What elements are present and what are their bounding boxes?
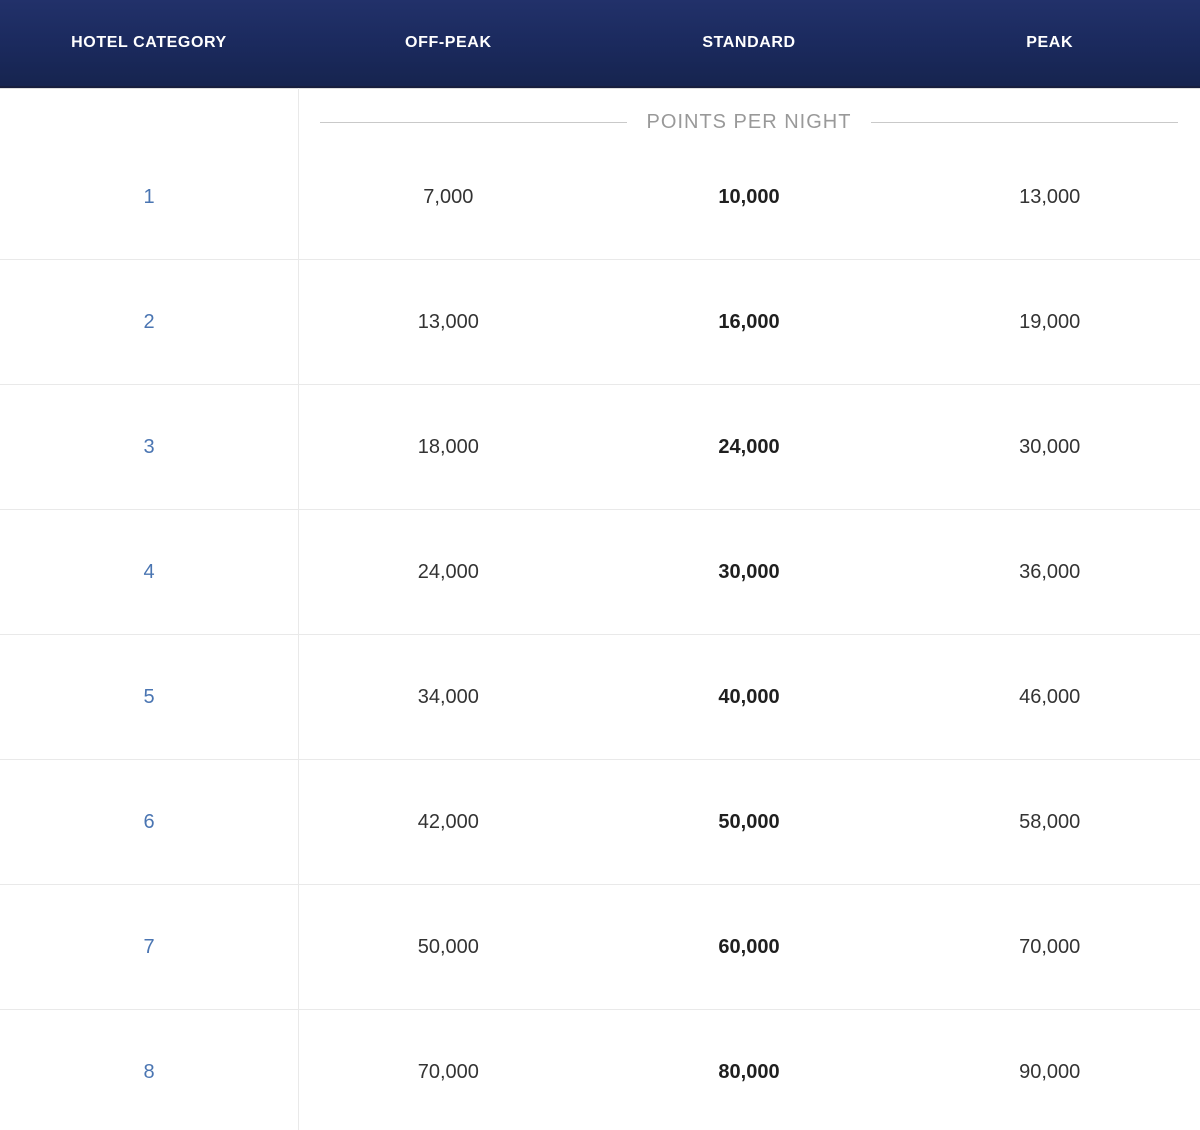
category-link[interactable]: 7: [143, 936, 154, 958]
standard-value: 80,000: [718, 1060, 780, 1083]
category-link[interactable]: 6: [143, 811, 154, 833]
peak-value: 13,000: [1019, 185, 1081, 208]
off-peak-value: 7,000: [423, 185, 474, 208]
peak-value: 70,000: [1019, 935, 1081, 958]
standard-value: 60,000: [718, 935, 780, 958]
standard-value: 40,000: [718, 685, 780, 708]
column-header-hotel-category: HOTEL CATEGORY: [71, 34, 227, 51]
category-link[interactable]: 8: [143, 1061, 154, 1083]
legend-line-left: [320, 122, 627, 123]
table-body: POINTS PER NIGHT 1 7,000 10,000 13,000 2…: [0, 88, 1200, 1130]
standard-value: 16,000: [718, 310, 780, 333]
table-row: 2 13,000 16,000 19,000: [0, 260, 1200, 385]
legend-line-right: [871, 122, 1178, 123]
table-row: 5 34,000 40,000 46,000: [0, 635, 1200, 760]
off-peak-value: 34,000: [417, 685, 479, 708]
table-row: 7 50,000 60,000 70,000: [0, 885, 1200, 1010]
category-link[interactable]: 1: [143, 186, 154, 208]
peak-value: 19,000: [1019, 310, 1081, 333]
peak-value: 46,000: [1019, 685, 1081, 708]
off-peak-value: 42,000: [417, 810, 479, 833]
off-peak-value: 24,000: [417, 560, 479, 583]
off-peak-value: 50,000: [417, 935, 479, 958]
points-per-night-legend: POINTS PER NIGHT: [298, 88, 1200, 135]
peak-value: 58,000: [1019, 810, 1081, 833]
off-peak-value: 18,000: [417, 435, 479, 458]
peak-value: 36,000: [1019, 560, 1081, 583]
off-peak-value: 13,000: [417, 310, 479, 333]
standard-value: 50,000: [718, 810, 780, 833]
category-link[interactable]: 5: [143, 686, 154, 708]
column-header-off-peak: OFF-PEAK: [405, 34, 492, 51]
table-row: 8 70,000 80,000 90,000: [0, 1010, 1200, 1130]
off-peak-value: 70,000: [417, 1060, 479, 1083]
table-header-row: HOTEL CATEGORY OFF-PEAK STANDARD PEAK: [0, 0, 1200, 88]
category-column-divider: [298, 88, 299, 1130]
table-row: 4 24,000 30,000 36,000: [0, 510, 1200, 635]
category-link[interactable]: 3: [143, 436, 154, 458]
table-row: 1 7,000 10,000 13,000: [0, 135, 1200, 260]
column-header-peak: PEAK: [1026, 34, 1074, 51]
standard-value: 30,000: [718, 560, 780, 583]
peak-value: 90,000: [1019, 1060, 1081, 1083]
peak-value: 30,000: [1019, 435, 1081, 458]
category-link[interactable]: 2: [143, 311, 154, 333]
table-row: 6 42,000 50,000 58,000: [0, 760, 1200, 885]
table-row: 3 18,000 24,000 30,000: [0, 385, 1200, 510]
standard-value: 10,000: [718, 185, 780, 208]
category-link[interactable]: 4: [143, 561, 154, 583]
points-per-night-label: POINTS PER NIGHT: [646, 111, 852, 133]
standard-value: 24,000: [718, 435, 780, 458]
hotel-award-chart: HOTEL CATEGORY OFF-PEAK STANDARD PEAK PO…: [0, 0, 1200, 1130]
column-header-standard: STANDARD: [702, 34, 796, 51]
